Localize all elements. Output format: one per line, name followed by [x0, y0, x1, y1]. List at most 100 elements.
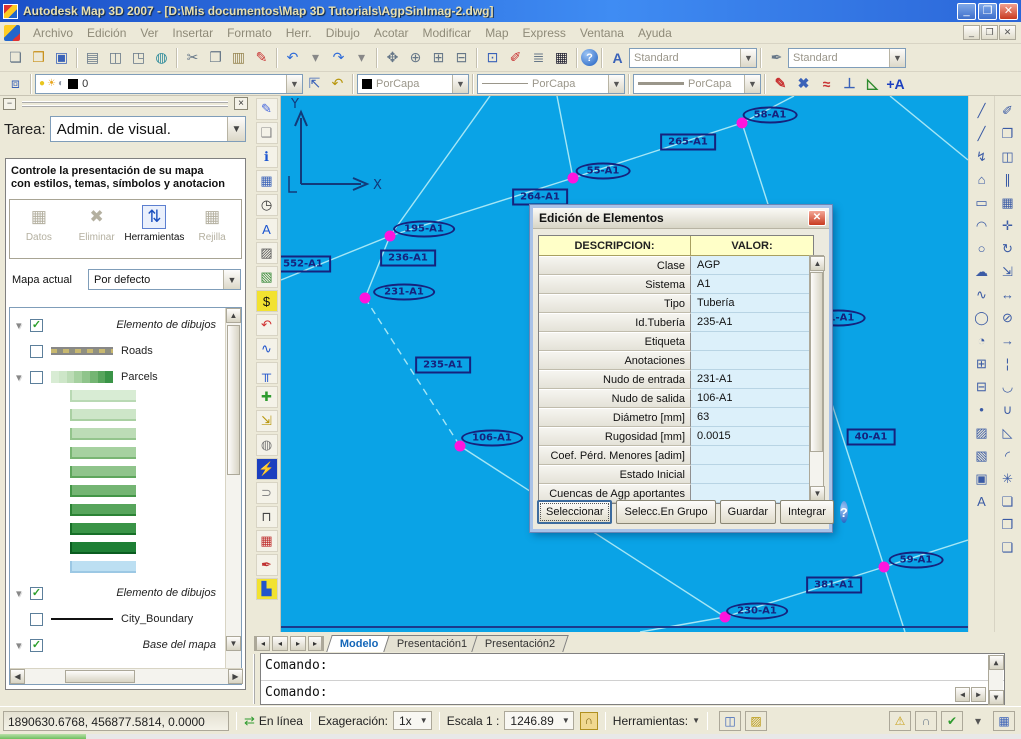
- last-tab-icon[interactable]: ▸: [308, 636, 324, 651]
- node-label-55-A1[interactable]: 55-A1: [576, 163, 631, 180]
- web-icon[interactable]: ◍: [150, 47, 173, 69]
- plot-style-icon[interactable]: ✎: [256, 98, 278, 120]
- text-icon[interactable]: A: [971, 490, 993, 513]
- scroll-right-icon[interactable]: ▶: [228, 669, 243, 684]
- mapa-actual-combo[interactable]: Por defecto ▼: [88, 269, 241, 290]
- checkbox[interactable]: [30, 345, 43, 358]
- arc-icon[interactable]: ◠: [971, 214, 993, 237]
- row-value[interactable]: [691, 351, 813, 370]
- circle-icon[interactable]: ○: [971, 237, 993, 260]
- make-object-layer-icon[interactable]: ⇱: [303, 73, 326, 95]
- scroll-right-icon[interactable]: ▶: [971, 687, 986, 702]
- network-node[interactable]: [455, 441, 466, 452]
- signal-warning-icon[interactable]: ⚠: [889, 711, 911, 731]
- grid-red-icon[interactable]: ▦: [256, 530, 278, 552]
- pipe-wave-icon[interactable]: ∿: [256, 338, 278, 360]
- menu-express[interactable]: Express: [516, 23, 573, 43]
- screen-icon[interactable]: ▦: [993, 711, 1015, 731]
- clamp-icon[interactable]: ⊓: [256, 506, 278, 528]
- save-icon[interactable]: ▣: [50, 47, 73, 69]
- network-node[interactable]: [385, 231, 396, 242]
- checkbox[interactable]: ✓: [30, 319, 43, 332]
- scroll-left-icon[interactable]: ◀: [955, 687, 970, 702]
- checkbox[interactable]: [30, 613, 43, 626]
- redo-dropdown-icon[interactable]: ▾: [350, 47, 373, 69]
- hatch-icon[interactable]: ▨: [971, 421, 993, 444]
- chevron-down-icon[interactable]: ▼: [452, 75, 468, 93]
- cost-icon[interactable]: $: [256, 290, 278, 312]
- chevron-down-icon[interactable]: ▼: [608, 75, 624, 93]
- row-value[interactable]: 0.0015: [691, 427, 813, 446]
- dialog-close-icon[interactable]: ✕: [808, 210, 826, 226]
- redo-icon[interactable]: ↷: [327, 47, 350, 69]
- menu-modificar[interactable]: Modificar: [416, 23, 479, 43]
- insert-block-icon[interactable]: ⊞: [971, 352, 993, 375]
- tree-item-parcels[interactable]: ▾Parcels: [10, 364, 226, 390]
- node-label-59-A1[interactable]: 59-A1: [889, 552, 944, 569]
- scale-combo[interactable]: 1246.89▼: [504, 711, 573, 730]
- fillet-icon[interactable]: ◜: [997, 444, 1019, 467]
- revision-cloud-icon[interactable]: ☁: [971, 260, 993, 283]
- first-tab-icon[interactable]: ◂: [254, 636, 270, 651]
- plot-preview-icon[interactable]: ◫: [104, 47, 127, 69]
- zoom-realtime-icon[interactable]: ⊕: [404, 47, 427, 69]
- selecc-en-grupo-button[interactable]: Selecc.En Grupo: [616, 500, 715, 524]
- layer-combo[interactable]: ●☀◐ 0 ▼: [35, 74, 303, 94]
- chamfer-icon[interactable]: ◺: [997, 421, 1019, 444]
- minimize-button[interactable]: _: [957, 3, 976, 20]
- extend-icon[interactable]: →: [997, 329, 1019, 352]
- coordinate-icon[interactable]: ⊥: [838, 73, 861, 95]
- tree-item-roads[interactable]: Roads: [10, 338, 226, 364]
- scroll-up-icon[interactable]: ▲: [226, 308, 241, 323]
- expand-arrow-icon[interactable]: ▾: [16, 639, 30, 652]
- chevron-down-icon[interactable]: ▼: [688, 716, 700, 725]
- herramientas-button[interactable]: ⇅Herramientas: [126, 205, 184, 258]
- doc-restore-button[interactable]: ❐: [981, 25, 998, 40]
- valve-icon[interactable]: ✚: [256, 386, 278, 408]
- trim-icon[interactable]: ⊘: [997, 306, 1019, 329]
- digitize-icon[interactable]: ◺: [861, 73, 884, 95]
- seleccionar-button[interactable]: Seleccionar: [537, 500, 612, 524]
- gradient-icon[interactable]: ▧: [971, 444, 993, 467]
- undo-dropdown-icon[interactable]: ▾: [304, 47, 327, 69]
- row-value[interactable]: 63: [691, 408, 813, 427]
- menu-ventana[interactable]: Ventana: [573, 23, 631, 43]
- array-icon[interactable]: ▦: [997, 191, 1019, 214]
- lineweight-combo[interactable]: PorCapa ▼: [633, 74, 761, 94]
- doc-minimize-button[interactable]: _: [963, 25, 980, 40]
- polyline-icon[interactable]: ↯: [971, 145, 993, 168]
- explode-icon[interactable]: ✳: [997, 467, 1019, 490]
- network-icon[interactable]: ◍: [256, 434, 278, 456]
- menu-edicin[interactable]: Edición: [80, 23, 133, 43]
- copy-icon[interactable]: ❐: [204, 47, 227, 69]
- mirror-icon[interactable]: ◫: [997, 145, 1019, 168]
- pipe-label-552-A1[interactable]: 552-A1: [281, 256, 331, 273]
- spline-icon[interactable]: ∿: [971, 283, 993, 306]
- open-icon[interactable]: ❒: [27, 47, 50, 69]
- row-value[interactable]: [691, 465, 813, 484]
- layer-previous-icon[interactable]: ↶: [326, 73, 349, 95]
- pipe-label-40-A1[interactable]: 40-A1: [847, 429, 896, 446]
- node-label-230-A1[interactable]: 230-A1: [726, 603, 788, 620]
- dialog-help-icon[interactable]: ?: [840, 501, 848, 523]
- dialog-scrollbar[interactable]: ▲ ▼: [809, 255, 824, 502]
- close-button[interactable]: ✕: [999, 3, 1018, 20]
- command-prompt[interactable]: Comando:: [261, 654, 1004, 681]
- node-label-231-A1[interactable]: 231-A1: [373, 284, 435, 301]
- scale-lock-icon[interactable]: ∩: [580, 712, 598, 730]
- model-space-icon[interactable]: ▨: [745, 711, 767, 731]
- padlock-icon[interactable]: ∩: [915, 711, 937, 731]
- tarea-combo[interactable]: Admin. de visual. ▼: [50, 116, 246, 142]
- tree-item-city-boundary[interactable]: City_Boundary: [10, 606, 226, 632]
- checkbox[interactable]: [30, 371, 43, 384]
- menu-ayuda[interactable]: Ayuda: [631, 23, 679, 43]
- node-label-58-A1[interactable]: 58-A1: [743, 107, 798, 124]
- node-label-106-A1[interactable]: 106-A1: [461, 430, 523, 447]
- linetype-combo[interactable]: PorCapa ▼: [477, 74, 625, 94]
- style-brush-icon[interactable]: ✎: [769, 73, 792, 95]
- text-style-combo[interactable]: Standard▼: [629, 48, 757, 68]
- tree-item-elemento-de-dibujos[interactable]: ▾✓Elemento de dibujos: [10, 312, 226, 338]
- draworder-back-icon[interactable]: ❒: [997, 513, 1019, 536]
- tree-horizontal-scrollbar[interactable]: ◀ ▶: [10, 668, 243, 684]
- expand-arrow-icon[interactable]: ▾: [16, 371, 30, 384]
